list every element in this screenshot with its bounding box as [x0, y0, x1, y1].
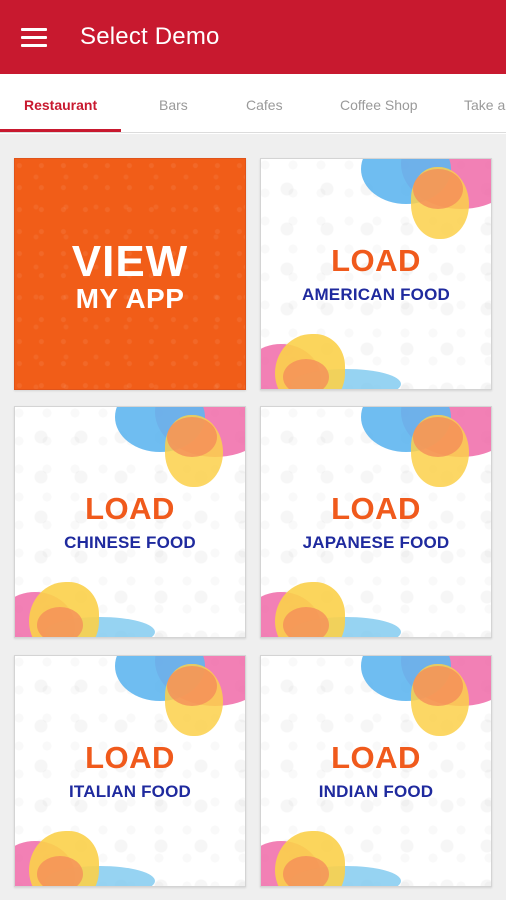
food-label: INDIAN FOOD: [318, 782, 434, 801]
load-american-food-tile[interactable]: LOAD AMERICAN FOOD: [260, 158, 492, 390]
category-tabs: Restaurant Bars Cafes Coffee Shop Take a: [0, 74, 506, 134]
view-label: VIEW: [71, 237, 189, 286]
decor-blob-orange: [413, 666, 463, 706]
decor-blob-orange: [37, 607, 83, 637]
my-app-label: MY APP: [75, 283, 185, 314]
decor-blob-orange: [283, 607, 329, 637]
tab-take-away[interactable]: Take a: [464, 74, 505, 134]
tab-restaurant[interactable]: Restaurant: [24, 74, 97, 134]
load-label: LOAD: [331, 243, 421, 278]
demo-grid: VIEW MY APP LOAD AMERICAN FOOD LOAD CHIN…: [0, 134, 506, 900]
food-label: JAPANESE FOOD: [302, 533, 450, 552]
food-label: CHINESE FOOD: [64, 533, 196, 552]
app-bar: Select Demo: [0, 0, 506, 74]
food-label: AMERICAN FOOD: [301, 285, 451, 304]
tab-bars[interactable]: Bars: [159, 74, 188, 134]
view-my-app-tile[interactable]: VIEW MY APP: [14, 158, 246, 390]
decor-blob-orange: [283, 359, 329, 389]
load-italian-food-tile[interactable]: LOAD ITALIAN FOOD: [14, 655, 246, 887]
decor-blob-orange: [413, 417, 463, 457]
decor-blob-orange: [167, 417, 217, 457]
app-bar-title: Select Demo: [80, 23, 220, 50]
load-label: LOAD: [331, 491, 421, 526]
decor-blob-orange: [413, 169, 463, 209]
tabs-divider: [0, 132, 506, 133]
hamburger-menu-icon[interactable]: [21, 26, 49, 48]
decor-blob-orange: [167, 666, 217, 706]
tab-coffee-shop[interactable]: Coffee Shop: [340, 74, 418, 134]
load-label: LOAD: [85, 740, 175, 775]
load-chinese-food-tile[interactable]: LOAD CHINESE FOOD: [14, 406, 246, 638]
load-indian-food-tile[interactable]: LOAD INDIAN FOOD: [260, 655, 492, 887]
decor-blob-orange: [37, 856, 83, 886]
load-label: LOAD: [85, 491, 175, 526]
load-label: LOAD: [331, 740, 421, 775]
tab-cafes[interactable]: Cafes: [246, 74, 283, 134]
food-label: ITALIAN FOOD: [68, 782, 191, 801]
decor-blob-orange: [283, 856, 329, 886]
load-japanese-food-tile[interactable]: LOAD JAPANESE FOOD: [260, 406, 492, 638]
